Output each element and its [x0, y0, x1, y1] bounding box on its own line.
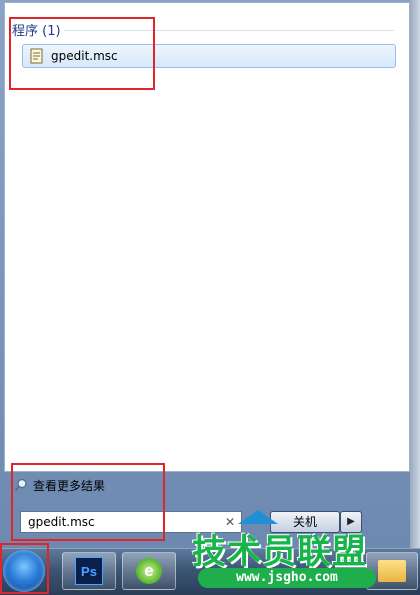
- watermark-url: www.jsgho.com: [198, 568, 376, 588]
- watermark-house-icon: [238, 510, 278, 524]
- photoshop-icon: Ps: [75, 557, 103, 585]
- highlight-search: [11, 463, 165, 541]
- watermark-title: 技术员联盟: [192, 532, 367, 572]
- highlight-results: [9, 17, 155, 90]
- taskbar-button-ie[interactable]: e: [122, 552, 176, 590]
- folder-icon: [378, 560, 406, 582]
- taskbar-button-photoshop[interactable]: Ps: [62, 552, 116, 590]
- internet-explorer-icon: e: [136, 558, 162, 584]
- desktop-edge: [410, 0, 420, 548]
- highlight-start-button: [0, 543, 49, 594]
